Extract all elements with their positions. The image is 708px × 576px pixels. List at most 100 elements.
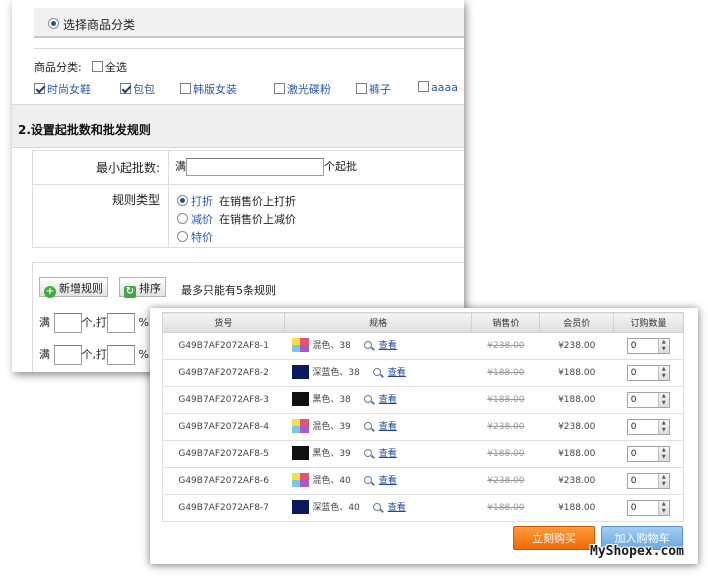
- color-swatch: [292, 337, 310, 352]
- col-header-sku: 货号: [162, 312, 285, 333]
- price-cell: ¥188.00: [471, 494, 540, 522]
- view-link[interactable]: 查看: [379, 419, 397, 432]
- view-link[interactable]: 查看: [388, 365, 406, 378]
- spec: 混色、40 查看: [292, 472, 397, 487]
- magnifier-icon: [363, 340, 372, 349]
- quantity-value[interactable]: 0: [628, 420, 658, 434]
- rule-type-radio[interactable]: [177, 213, 188, 224]
- category-item[interactable]: 裤子: [356, 81, 391, 97]
- category-item-label: 裤子: [369, 83, 391, 96]
- stepper-up-icon[interactable]: ▲: [659, 501, 669, 508]
- stepper-arrows[interactable]: ▲ ▼: [657, 420, 669, 434]
- member-price-cell: ¥188.00: [539, 440, 614, 468]
- stepper-arrows[interactable]: ▲ ▼: [657, 474, 669, 488]
- rule-discount-input[interactable]: [107, 345, 135, 365]
- quantity-value[interactable]: 0: [628, 447, 658, 461]
- rule-type-desc: 在销售价上打折: [219, 195, 296, 208]
- sort-label: 排序: [139, 282, 161, 295]
- color-swatch: [292, 472, 310, 487]
- rule-type-option[interactable]: 特价: [177, 229, 219, 245]
- rule-qty-input[interactable]: [53, 345, 82, 365]
- select-category-radio[interactable]: [48, 18, 59, 29]
- stepper-arrows[interactable]: ▲ ▼: [657, 447, 669, 461]
- category-checkbox[interactable]: [356, 83, 367, 94]
- rule-type-name: 特价: [191, 231, 213, 244]
- category-selector-bar: 选择商品分类: [34, 8, 464, 38]
- category-item[interactable]: 包包: [120, 81, 155, 97]
- spec-text: 深蓝色、40: [312, 503, 360, 513]
- original-price: ¥238.00: [487, 422, 525, 432]
- category-item[interactable]: aaaa: [418, 81, 458, 94]
- quantity-stepper[interactable]: 0 ▲ ▼: [626, 500, 670, 516]
- select-all-checkbox[interactable]: [92, 61, 103, 72]
- stepper-arrows[interactable]: ▲ ▼: [657, 366, 669, 380]
- category-item[interactable]: 韩版女装: [180, 81, 237, 97]
- stepper-down-icon[interactable]: ▼: [659, 508, 669, 515]
- stepper-up-icon[interactable]: ▲: [659, 447, 669, 454]
- stepper-up-icon[interactable]: ▲: [659, 339, 669, 346]
- quantity-stepper[interactable]: 0 ▲ ▼: [626, 419, 670, 435]
- table-row: G49B7AF2072AF8-6 混色、40 查看 ¥238.00 ¥238.00 0 ▲ ▼: [162, 467, 684, 495]
- select-category-label: 选择商品分类: [63, 18, 136, 32]
- quantity-value[interactable]: 0: [628, 393, 658, 407]
- quantity-stepper[interactable]: 0 ▲ ▼: [626, 365, 670, 381]
- watermark-logo: MyShopex.com: [590, 544, 684, 559]
- quantity-stepper[interactable]: 0 ▲ ▼: [626, 446, 670, 462]
- rule-qty-input[interactable]: [53, 313, 82, 333]
- quantity-value[interactable]: 0: [628, 501, 658, 515]
- stepper-down-icon[interactable]: ▼: [659, 400, 669, 407]
- stepper-down-icon[interactable]: ▼: [659, 373, 669, 380]
- rule-type-radio[interactable]: [177, 231, 188, 242]
- view-link[interactable]: 查看: [379, 473, 397, 486]
- stepper-arrows[interactable]: ▲ ▼: [657, 339, 669, 353]
- quantity-stepper[interactable]: 0 ▲ ▼: [626, 392, 670, 408]
- category-checkbox[interactable]: [180, 83, 191, 94]
- min-qty-input[interactable]: [186, 158, 324, 176]
- color-swatch: [292, 418, 310, 433]
- original-price: ¥238.00: [487, 476, 525, 486]
- stepper-up-icon[interactable]: ▲: [659, 393, 669, 400]
- stepper-down-icon[interactable]: ▼: [659, 346, 669, 353]
- quantity-stepper[interactable]: 0 ▲ ▼: [626, 338, 670, 354]
- sort-button[interactable]: ↻ 排序: [119, 277, 166, 298]
- select-all[interactable]: 全选: [90, 59, 127, 75]
- category-checkbox[interactable]: [418, 81, 429, 92]
- view-link[interactable]: 查看: [388, 500, 406, 513]
- view-link[interactable]: 查看: [379, 446, 397, 459]
- add-rule-button[interactable]: + 新增规则: [39, 277, 108, 298]
- rule-type-option[interactable]: 减价 在销售价上减价: [177, 211, 296, 227]
- rule-suffix: %: [138, 348, 149, 361]
- stepper-arrows[interactable]: ▲ ▼: [657, 501, 669, 515]
- spec-text: 混色、39: [312, 422, 351, 432]
- quantity-value[interactable]: 0: [628, 366, 658, 380]
- rule-discount-input[interactable]: [107, 313, 135, 333]
- category-checkbox[interactable]: [34, 83, 45, 94]
- stepper-up-icon[interactable]: ▲: [659, 366, 669, 373]
- category-checkbox[interactable]: [120, 83, 131, 94]
- stepper-down-icon[interactable]: ▼: [659, 481, 669, 488]
- view-link[interactable]: 查看: [379, 338, 397, 351]
- rule-type-radio[interactable]: [177, 195, 188, 206]
- spec-cell: 混色、40 查看: [284, 467, 472, 495]
- stepper-up-icon[interactable]: ▲: [659, 420, 669, 427]
- spec-cell: 混色、39 查看: [284, 413, 472, 441]
- category-item[interactable]: 激光碟粉: [274, 81, 331, 97]
- spec-cell: 深蓝色、38 查看: [284, 359, 472, 387]
- stepper-up-icon[interactable]: ▲: [659, 474, 669, 481]
- price-cell: ¥188.00: [471, 386, 540, 414]
- quantity-value[interactable]: 0: [628, 474, 658, 488]
- rule-type-option[interactable]: 打折 在销售价上打折: [177, 193, 296, 209]
- stepper-down-icon[interactable]: ▼: [659, 454, 669, 461]
- category-item-label: 时尚女鞋: [47, 83, 91, 96]
- sku-cell: G49B7AF2072AF8-4: [162, 413, 285, 441]
- quantity-value[interactable]: 0: [628, 339, 658, 353]
- stepper-down-icon[interactable]: ▼: [659, 427, 669, 434]
- category-item-label: 韩版女装: [193, 83, 237, 96]
- stepper-arrows[interactable]: ▲ ▼: [657, 393, 669, 407]
- view-link[interactable]: 查看: [379, 392, 397, 405]
- category-checkbox[interactable]: [274, 83, 285, 94]
- category-item[interactable]: 时尚女鞋: [34, 81, 91, 97]
- buy-now-button[interactable]: 立刻购买: [513, 526, 595, 550]
- quantity-stepper[interactable]: 0 ▲ ▼: [626, 473, 670, 489]
- spec: 黑色、38 查看: [292, 391, 397, 406]
